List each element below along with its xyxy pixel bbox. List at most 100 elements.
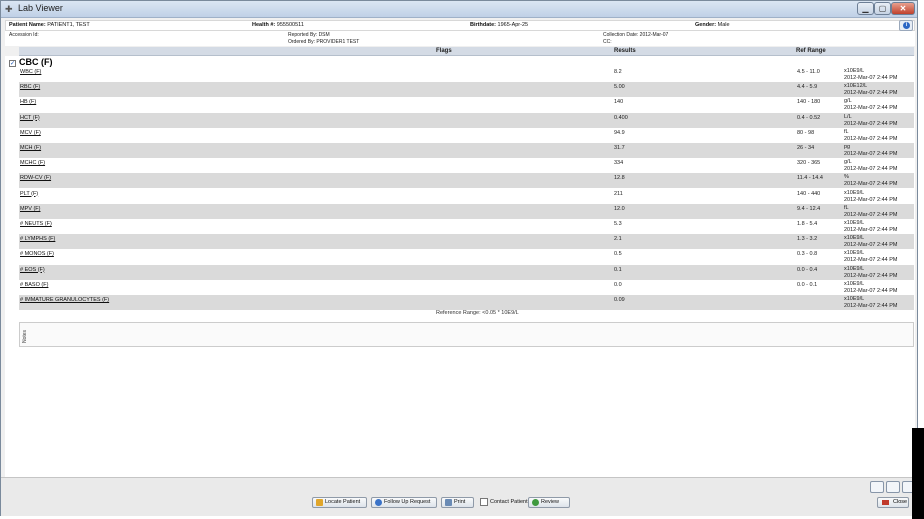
app-icon: ✚ [5,4,13,14]
unit-value: x10E9/L [844,280,865,287]
result-date: 2012-Mar-07 2:44 PM [844,166,898,173]
test-name-link[interactable]: # EOS (F) [20,267,45,273]
locate-icon [316,499,323,506]
title-bar: ✚ Lab Viewer ▁ ▢ ✕ [1,1,917,18]
test-name-link[interactable]: MPV (F) [20,206,40,212]
table-row: PLT (F) 211 140 - 440 x10E9/L 2012-Mar-07 2:… [19,189,914,204]
group-title: CBC (F) [19,57,53,67]
result-value: 0.5 [614,251,622,258]
result-date: 2012-Mar-07 2:44 PM [844,135,898,142]
close-window-button[interactable]: ✕ [891,2,915,15]
print-icon [445,499,452,506]
result-date: 2012-Mar-07 2:44 PM [844,151,898,157]
result-date: 2012-Mar-07 2:44 PM [844,90,898,97]
test-name-link[interactable]: PLT (F) [20,191,38,197]
unit-value: x10E9/L [844,235,865,242]
info-button[interactable]: i [899,20,913,31]
unit-value: x10E12/L [844,83,868,90]
unit-value: g/L [844,159,852,166]
test-name-link[interactable]: RBC (F) [20,84,40,90]
result-value: 140 [614,99,624,106]
result-value: 5.3 [614,221,622,227]
table-row: MCHC (F) 334 320 - 365 g/L 2012-Mar-07 2:44 … [19,158,914,173]
result-value: 5.00 [614,84,625,91]
table-row: MCH (F) 31.7 26 - 34 pg 2012-Mar-07 2:44 PM [19,143,914,158]
table-row: # EOS (F) 0.1 0.0 - 0.4 x10E9/L 2012-Mar-07 … [19,264,914,280]
review-button[interactable]: Review [528,497,570,508]
group-checkbox[interactable]: ✓ [9,60,16,67]
gender-field: Gender: Male [695,22,730,28]
unit-value: x10E9/L [844,220,865,226]
maximize-button[interactable]: ▢ [874,2,891,15]
result-value: 211 [614,190,623,197]
results-panel: ✓ CBC (F) WBC (F) 8.2 4.5 - 11.0 x10E9/L 201… [5,56,915,477]
test-name-link[interactable]: HCT (F) [20,115,40,121]
test-name-link[interactable]: # BASO (F) [20,282,48,288]
result-date: 2012-Mar-07 2:44 PM [844,196,898,203]
result-value: 12.0 [614,205,625,212]
result-date: 2012-Mar-07 2:44 PM [844,287,898,294]
result-value: 334 [614,160,624,167]
follow-up-label: Follow Up Request [384,499,431,505]
ref-range-column-header: Ref Range [796,48,826,54]
table-view-icon[interactable] [870,481,884,493]
unit-value: pg [844,144,851,150]
ref-range-value: 140 - 180 [797,99,821,106]
notes-area[interactable]: Notes [19,322,914,347]
table-row: RDW-CV (F) 12.8 11.4 - 14.4% 2012-Mar-07 2:… [19,173,914,189]
result-date: 2012-Mar-07 2:44 PM [844,120,898,127]
ref-range-value: 140 - 440 [797,190,821,197]
test-name-link[interactable]: # MONOS (F) [20,251,54,257]
birthdate-field: Birthdate: 1965-Apr-25 [470,22,529,28]
info-icon: i [903,22,910,29]
follow-up-icon [375,499,382,506]
contact-patient-checkbox[interactable] [480,498,488,506]
ref-range-value: 0.3 - 0.8 [797,251,818,258]
result-date: 2012-Mar-07 2:44 PM [844,257,898,264]
print-label: Print [454,499,466,505]
ref-range-value: 0.4 - 0.52 [797,114,821,121]
results-column-header-label: Results [614,48,636,54]
print-button[interactable]: Print [441,497,474,508]
follow-up-request-button[interactable]: Follow Up Request [371,497,437,508]
health-number-field: Health #: 955500511 [252,22,304,28]
ref-range-value: 0.0 - 0.1 [797,281,818,288]
unit-value: L/L [844,113,852,120]
test-name-link[interactable]: MCH (F) [20,145,41,151]
locate-patient-button[interactable]: Locate Patient [312,497,367,508]
unit-value: x10E9/L [844,296,865,302]
table-row: HB (F) 140 140 - 180 g/L 2012-Mar-07 2:44 PM [19,97,914,112]
chart-view-icon[interactable] [886,481,900,493]
ref-range-value: 320 - 365 [797,160,821,167]
ref-range-value: 1.8 - 5.4 [797,221,818,227]
reference-range-note: Reference Range: <0.05 * 10E9/L [436,310,519,316]
result-value: 94.9 [614,129,625,136]
test-name-link[interactable]: # NEUTS (F) [20,221,52,227]
test-name-link[interactable]: MCHC (F) [20,160,45,166]
ref-range-value: 1.3 - 3.2 [797,236,818,243]
test-name-link[interactable]: MCV (F) [20,130,41,136]
test-name-link[interactable]: HB (F) [20,99,36,105]
test-name-link[interactable]: RDW-CV (F) [20,175,51,181]
results-column-header: Flags Results Ref Range [19,47,914,56]
result-value: 0.400 [614,114,628,121]
table-row: # LYMPHS (F) 2.1 1.3 - 3.2 x10E9/L 2012-Mar-… [19,234,914,250]
table-row: HCT (F) 0.400 0.4 - 0.52 L/L 2012-Mar-07 2:4… [19,112,914,128]
minimize-button[interactable]: ▁ [857,2,874,15]
patient-name-field: Patient Name: PATIENT1, TEST [9,22,90,28]
result-date: 2012-Mar-07 2:44 PM [844,242,898,249]
ref-range-value: 11.4 - 14.4 [797,175,823,182]
close-button[interactable]: Close [877,497,909,508]
test-name-link[interactable]: WBC (F) [20,69,41,75]
test-name-link[interactable]: # LYMPHS (F) [20,236,55,242]
test-name-link[interactable]: # IMMATURE GRANULOCYTES (F) [20,297,109,303]
unit-value: x10E9/L [844,189,865,196]
result-date: 2012-Mar-07 2:44 PM [844,303,898,309]
report-meta: Accession Id: Reported By: DSM Ordered B… [5,31,915,46]
notes-label: Notes [22,329,28,343]
window-title: Lab Viewer [18,3,63,13]
table-row: # NEUTS (F) 5.3 1.8 - 5.4 x10E9/L 2012-Mar-0… [19,219,914,234]
table-row: MPV (F) 12.0 9.4 - 12.4 fL 2012-Mar-07 2:44 … [19,203,914,219]
ref-range-value: 9.4 - 12.4 [797,205,821,212]
ref-range-value: 80 - 98 [797,129,815,136]
